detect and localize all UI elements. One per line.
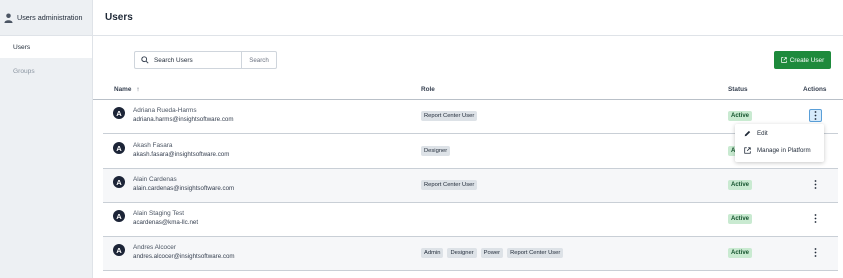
sidebar-item-groups[interactable]: Groups	[0, 60, 92, 83]
role-badge: Admin	[421, 248, 444, 258]
role-list: Designer	[421, 146, 451, 156]
user-name: Akash Fasara	[133, 142, 173, 149]
user-name: Andres Alcocer	[133, 244, 176, 251]
column-header-actions: Actions	[803, 86, 826, 93]
table-row: A Andres Alcocer andres.alcocer@insights…	[103, 237, 838, 271]
more-vertical-icon	[814, 248, 817, 257]
table-row: A Alain Cardenas alain.cardenas@insights…	[103, 169, 838, 203]
sort-ascending-icon: ↑	[136, 86, 140, 93]
user-email: akash.fasara@insightsoftware.com	[133, 151, 230, 158]
column-header-label: Actions	[803, 86, 827, 93]
status-badge: Active	[728, 180, 753, 190]
column-header-role: Role	[421, 86, 435, 93]
column-header-label: Status	[728, 86, 748, 93]
sidebar: Users administration Users Groups	[0, 0, 93, 278]
user-icon	[4, 13, 13, 23]
user-name: Alain Cardenas	[133, 176, 177, 183]
row-actions-button[interactable]	[809, 212, 822, 225]
role-list: Report Center User	[421, 180, 478, 190]
row-actions-button[interactable]	[809, 178, 822, 191]
sidebar-header-label: Users administration	[17, 13, 83, 22]
table-row: A Akash Fasara akash.fasara@insightsoftw…	[103, 135, 838, 169]
main-content: Users Search Create User Name ↑ Role Sta…	[93, 0, 843, 278]
search-button[interactable]: Search	[241, 51, 277, 69]
menu-item-label: Manage in Platform	[757, 147, 811, 154]
divider	[93, 35, 843, 36]
page-title: Users	[105, 12, 133, 23]
sidebar-header: Users administration	[0, 0, 92, 36]
role-badge: Designer	[447, 248, 477, 258]
avatar: A	[113, 210, 125, 222]
external-link-icon	[744, 147, 751, 154]
role-list: Report Center User	[421, 111, 478, 121]
sidebar-item-label: Groups	[13, 68, 35, 75]
role-badge: Report Center User	[507, 248, 564, 258]
status-badge: Active	[728, 248, 753, 258]
row-actions-button[interactable]	[809, 246, 822, 259]
search-field[interactable]	[134, 51, 242, 69]
user-name: Adriana Rueda-Harms	[133, 107, 197, 114]
role-badge: Report Center User	[421, 111, 478, 121]
pencil-icon	[744, 130, 751, 137]
role-list: Admin Designer Power Report Center User	[421, 248, 564, 258]
create-user-button[interactable]: Create User	[774, 51, 831, 69]
sidebar-item-users[interactable]: Users	[0, 36, 92, 58]
avatar: A	[113, 176, 125, 188]
table-row: A Adriana Rueda-Harms adriana.harms@insi…	[103, 100, 838, 134]
column-header-name[interactable]: Name ↑	[114, 86, 140, 93]
avatar: A	[113, 142, 125, 154]
user-email: andres.alcocer@insightsoftware.com	[133, 253, 235, 260]
row-actions-button[interactable]	[809, 109, 822, 122]
menu-item-edit[interactable]: Edit	[744, 130, 768, 137]
menu-item-label: Edit	[757, 130, 768, 137]
column-header-status: Status	[728, 86, 748, 93]
user-email: acardenas@kma-llc.net	[133, 219, 199, 226]
column-header-label: Role	[421, 86, 435, 93]
column-header-label: Name	[114, 86, 132, 93]
table-row: A Alain Staging Test acardenas@kma-llc.n…	[103, 203, 838, 237]
sidebar-item-label: Users	[13, 43, 31, 51]
user-email: adriana.harms@insightsoftware.com	[133, 116, 234, 123]
avatar: A	[113, 244, 125, 256]
avatar: A	[113, 107, 125, 119]
external-link-icon	[781, 57, 787, 63]
more-vertical-icon	[814, 111, 817, 120]
search-input[interactable]	[154, 56, 240, 64]
more-vertical-icon	[814, 214, 817, 223]
role-badge: Designer	[421, 146, 451, 156]
status-badge: Active	[728, 111, 753, 121]
more-vertical-icon	[814, 180, 817, 189]
row-actions-menu: Edit Manage in Platform	[735, 124, 824, 162]
menu-item-manage-in-platform[interactable]: Manage in Platform	[744, 147, 811, 154]
role-badge: Report Center User	[421, 180, 478, 190]
create-user-label: Create User	[789, 56, 825, 64]
status-badge: Active	[728, 214, 753, 224]
user-name: Alain Staging Test	[133, 210, 185, 217]
search-icon	[141, 56, 149, 64]
user-email: alain.cardenas@insightsoftware.com	[133, 185, 235, 192]
role-badge: Power	[480, 248, 504, 258]
